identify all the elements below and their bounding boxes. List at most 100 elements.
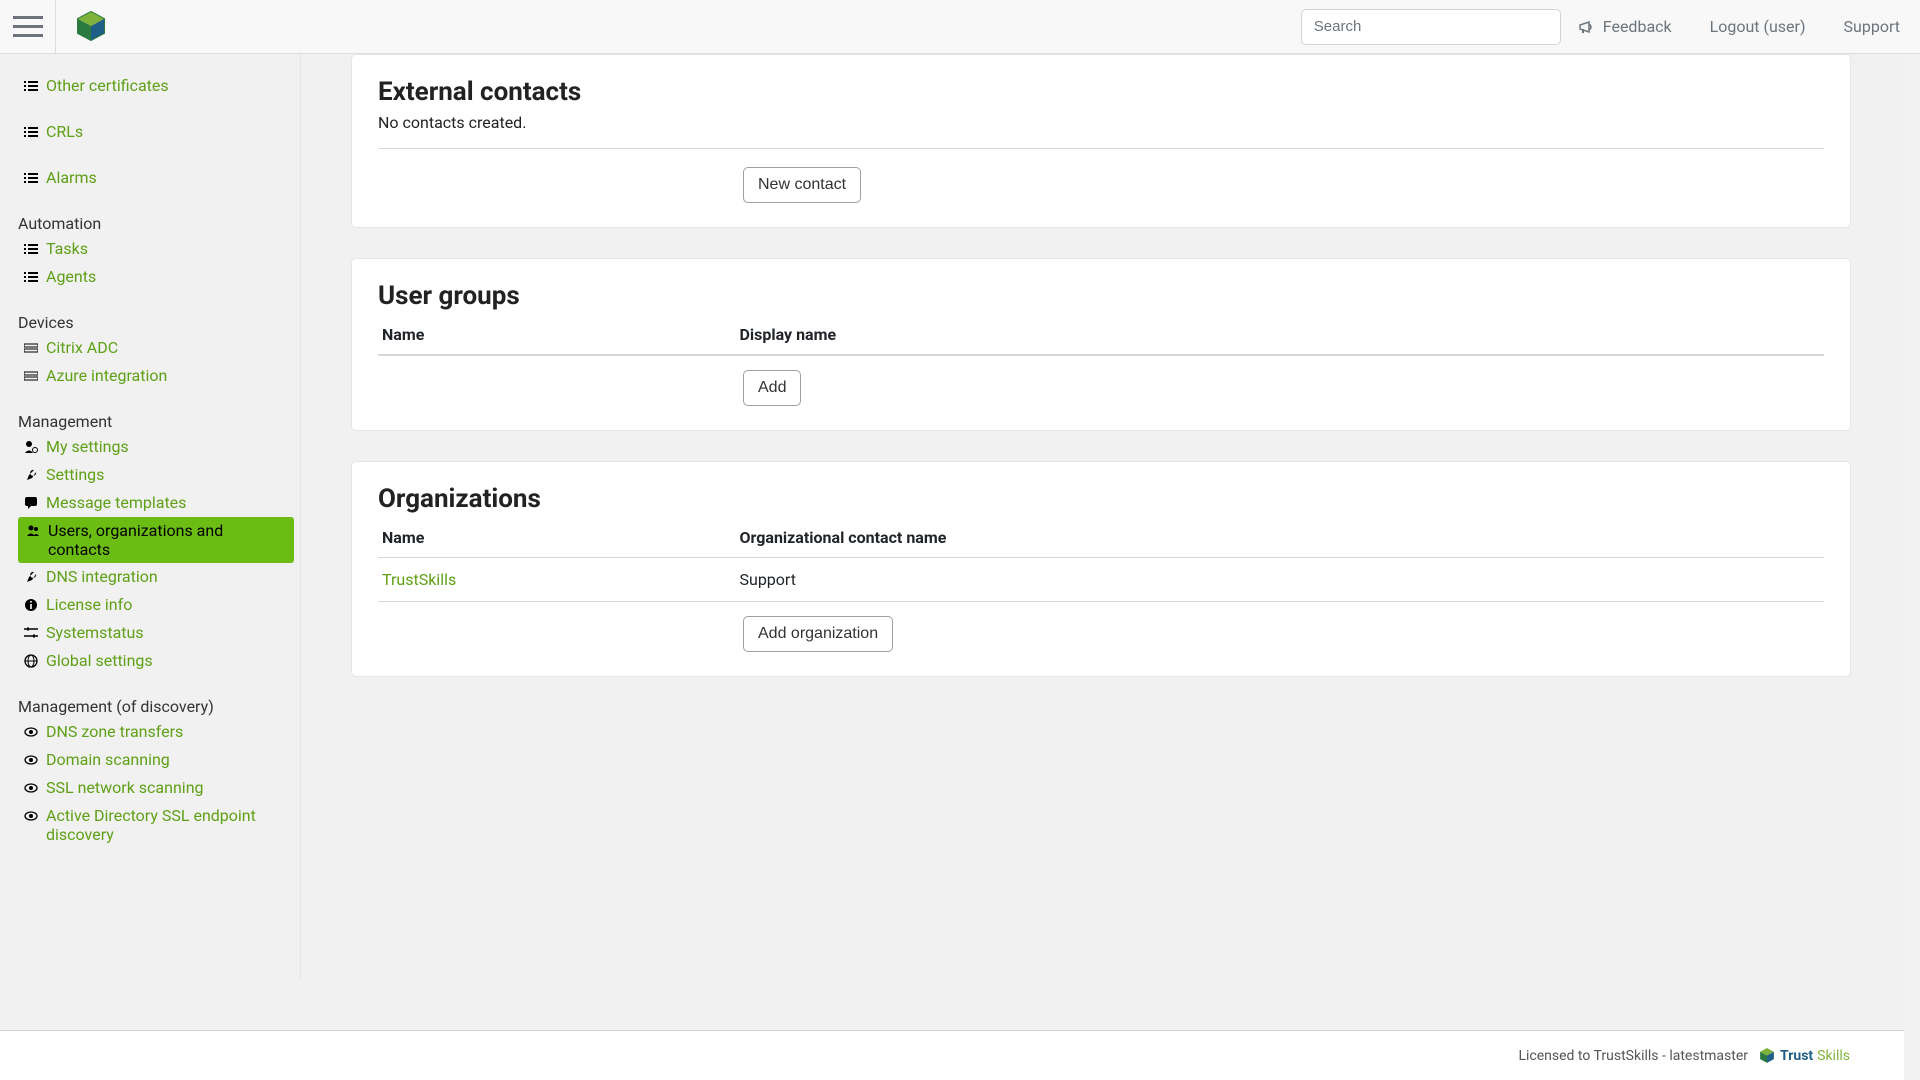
sidebar-item-ssl-network-scanning[interactable]: SSL network scanning bbox=[0, 774, 300, 802]
sidebar-item-label: Active Directory SSL endpoint discovery bbox=[46, 806, 294, 844]
brand-suffix: Skills bbox=[1817, 1048, 1850, 1064]
sidebar-item-dns-integration[interactable]: DNS integration bbox=[0, 563, 300, 591]
col-header-name: Name bbox=[378, 317, 740, 355]
users-icon bbox=[24, 521, 42, 541]
list-icon bbox=[22, 168, 40, 188]
sidebar-item-other-certificates[interactable]: Other certificates bbox=[0, 72, 300, 100]
col-header-contact-name: Organizational contact name bbox=[740, 520, 1825, 558]
add-organization-button[interactable]: Add organization bbox=[743, 616, 893, 652]
sidebar-item-settings[interactable]: Settings bbox=[0, 461, 300, 489]
organizations-heading: Organizations bbox=[378, 484, 1824, 514]
speech-bubble-icon bbox=[22, 493, 40, 513]
sidebar-item-users-organizations-contacts[interactable]: Users, organizations and contacts bbox=[18, 517, 294, 563]
col-header-name: Name bbox=[378, 520, 740, 558]
search-input[interactable] bbox=[1301, 9, 1561, 45]
sidebar-item-label: Systemstatus bbox=[46, 623, 144, 642]
organizations-table: Name Organizational contact name TrustSk… bbox=[378, 520, 1824, 602]
brand-prefix: Trust bbox=[1780, 1048, 1813, 1064]
sidebar-item-tasks[interactable]: Tasks bbox=[0, 235, 300, 263]
col-header-display-name: Display name bbox=[740, 317, 1825, 355]
eye-icon bbox=[22, 778, 40, 798]
organization-contact-name: Support bbox=[740, 558, 1825, 602]
sidebar-item-my-settings[interactable]: My settings bbox=[0, 433, 300, 461]
sidebar-item-label: Agents bbox=[46, 267, 96, 286]
table-row: TrustSkills Support bbox=[378, 558, 1824, 602]
support-link[interactable]: Support bbox=[1844, 17, 1900, 36]
scrollbar-track[interactable] bbox=[1904, 0, 1920, 1080]
sidebar-item-label: Other certificates bbox=[46, 76, 169, 95]
list-icon bbox=[22, 76, 40, 96]
sidebar-item-azure-integration[interactable]: Azure integration bbox=[0, 362, 300, 390]
list-icon bbox=[22, 267, 40, 287]
header-bar: Feedback Logout (user) Support bbox=[0, 0, 1920, 54]
user-groups-heading: User groups bbox=[378, 281, 1824, 311]
feedback-label: Feedback bbox=[1603, 17, 1672, 36]
logo-cube-icon bbox=[74, 10, 108, 44]
organizations-card: Organizations Name Organizational contac… bbox=[351, 461, 1851, 677]
sidebar-item-label: Message templates bbox=[46, 493, 186, 512]
user-groups-card: User groups Name Display name Add bbox=[351, 258, 1851, 431]
sidebar-item-label: SSL network scanning bbox=[46, 778, 204, 797]
sidebar-item-label: CRLs bbox=[46, 122, 83, 141]
eye-icon bbox=[22, 750, 40, 770]
sidebar-item-label: Alarms bbox=[46, 168, 97, 187]
sidebar-item-label: Domain scanning bbox=[46, 750, 170, 769]
add-user-group-button[interactable]: Add bbox=[743, 370, 801, 406]
sidebar-item-label: Citrix ADC bbox=[46, 338, 118, 357]
logout-link[interactable]: Logout (user) bbox=[1710, 17, 1806, 36]
server-icon bbox=[22, 338, 40, 358]
wrench-icon bbox=[22, 465, 40, 485]
logo-cube-icon bbox=[1758, 1047, 1776, 1065]
new-contact-button[interactable]: New contact bbox=[743, 167, 861, 203]
list-icon bbox=[22, 239, 40, 259]
sidebar-item-dns-zone-transfers[interactable]: DNS zone transfers bbox=[0, 718, 300, 746]
sidebar-item-label: Azure integration bbox=[46, 366, 167, 385]
footer-bar: Licensed to TrustSkills - latestmaster T… bbox=[0, 1030, 1920, 1080]
external-contacts-heading: External contacts bbox=[378, 77, 1824, 107]
feedback-link[interactable]: Feedback bbox=[1579, 17, 1672, 36]
sidebar: Other certificates CRLs Alarms Automatio… bbox=[0, 54, 300, 980]
user-groups-table: Name Display name bbox=[378, 317, 1824, 356]
sidebar-section-management-discovery: Management (of discovery) bbox=[0, 675, 300, 718]
sidebar-section-devices: Devices bbox=[0, 291, 300, 334]
sidebar-item-label: License info bbox=[46, 595, 132, 614]
eye-icon bbox=[22, 806, 40, 826]
external-contacts-empty-text: No contacts created. bbox=[378, 113, 1824, 132]
sidebar-item-alarms[interactable]: Alarms bbox=[0, 164, 300, 192]
user-gear-icon bbox=[22, 437, 40, 457]
sidebar-item-global-settings[interactable]: Global settings bbox=[0, 647, 300, 675]
sidebar-section-management: Management bbox=[0, 390, 300, 433]
wrench-icon bbox=[22, 567, 40, 587]
sidebar-item-label: DNS zone transfers bbox=[46, 722, 183, 741]
hamburger-menu-button[interactable] bbox=[0, 0, 56, 54]
sidebar-item-domain-scanning[interactable]: Domain scanning bbox=[0, 746, 300, 774]
app-logo[interactable] bbox=[56, 10, 108, 44]
organization-name-link[interactable]: TrustSkills bbox=[378, 558, 740, 602]
sidebar-item-label: Settings bbox=[46, 465, 104, 484]
sidebar-item-systemstatus[interactable]: Systemstatus bbox=[0, 619, 300, 647]
external-contacts-card: External contacts No contacts created. N… bbox=[351, 54, 1851, 228]
globe-icon bbox=[22, 651, 40, 671]
main-content: External contacts No contacts created. N… bbox=[300, 54, 1920, 980]
sidebar-item-label: Global settings bbox=[46, 651, 153, 670]
eye-icon bbox=[22, 722, 40, 742]
megaphone-icon bbox=[1579, 20, 1595, 34]
sidebar-section-automation: Automation bbox=[0, 192, 300, 235]
sidebar-item-label: DNS integration bbox=[46, 567, 158, 586]
sidebar-item-citrix-adc[interactable]: Citrix ADC bbox=[0, 334, 300, 362]
sidebar-item-license-info[interactable]: License info bbox=[0, 591, 300, 619]
sidebar-item-crls[interactable]: CRLs bbox=[0, 118, 300, 146]
server-icon bbox=[22, 366, 40, 386]
divider bbox=[378, 148, 1824, 149]
sidebar-item-ad-ssl-discovery[interactable]: Active Directory SSL endpoint discovery bbox=[0, 802, 300, 848]
sidebar-item-message-templates[interactable]: Message templates bbox=[0, 489, 300, 517]
list-icon bbox=[22, 122, 40, 142]
sidebar-item-label: Tasks bbox=[46, 239, 88, 258]
footer-logo: TrustSkills bbox=[1758, 1047, 1850, 1065]
sidebar-item-label: Users, organizations and contacts bbox=[48, 521, 288, 559]
sidebar-item-label: My settings bbox=[46, 437, 129, 456]
sliders-icon bbox=[22, 623, 40, 643]
license-text: Licensed to TrustSkills - latestmaster bbox=[1518, 1048, 1748, 1064]
sidebar-item-agents[interactable]: Agents bbox=[0, 263, 300, 291]
info-circle-icon bbox=[22, 595, 40, 615]
